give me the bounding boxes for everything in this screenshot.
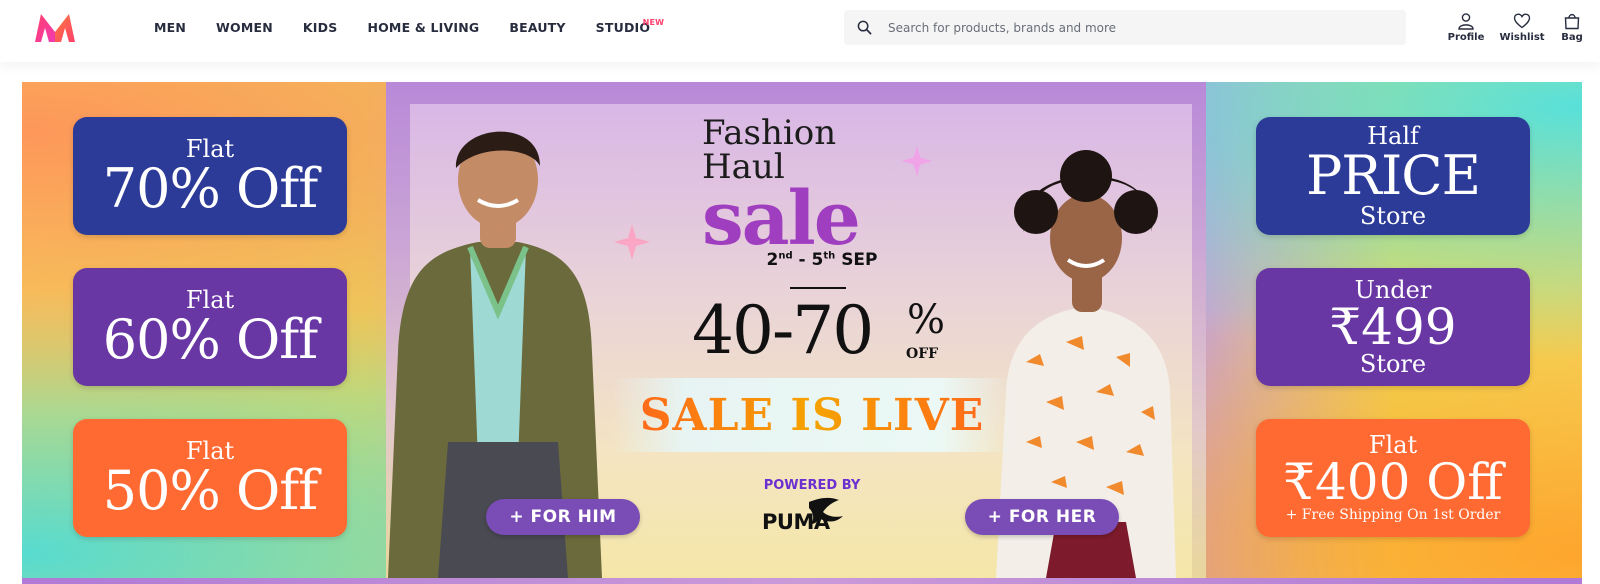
promo-flat-60-off[interactable]: Flat 60% Off: [73, 268, 347, 386]
sale-dates: 2nd - 5th SEP: [722, 250, 922, 270]
start-suffix: nd: [778, 250, 793, 262]
header-actions: Profile Wishlist Bag: [1440, 12, 1590, 43]
nav-beauty-label: BEAUTY: [509, 19, 566, 35]
nav-home-living-label: HOME & LIVING: [367, 19, 480, 35]
promo-line-2: PRICE: [1305, 144, 1481, 207]
bag-label: Bag: [1561, 32, 1583, 43]
off-label: OFF: [906, 346, 939, 362]
headline-sale: sale: [702, 176, 861, 262]
for-him-label: + FOR HIM: [509, 507, 617, 527]
hero-banner[interactable]: Flat 70% Off Flat 60% Off Flat 50% Off H…: [22, 82, 1582, 578]
nav-men-label: MEN: [154, 19, 187, 35]
nav-beauty[interactable]: BEAUTY: [509, 0, 565, 54]
sparkle-icon: [614, 224, 650, 260]
sale-is-live-text: SALE IS LIVE: [639, 389, 985, 441]
sale-headline: Fashion Haul sale: [702, 113, 922, 262]
discount-range: 40-70 % OFF: [692, 296, 952, 366]
profile-label: Profile: [1447, 32, 1485, 43]
puma-wordmark: PUMA: [762, 510, 830, 534]
wishlist-button[interactable]: Wishlist: [1496, 12, 1548, 43]
search-bar: [844, 10, 1406, 45]
nav-studio[interactable]: STUDIO NEW: [596, 0, 664, 54]
search-input[interactable]: [884, 10, 1406, 45]
date-separator: -: [792, 250, 812, 270]
powered-by-label: POWERED BY: [763, 478, 861, 493]
promo-half-price-store[interactable]: Half PRICE Store: [1256, 117, 1530, 235]
percent-sign: %: [907, 297, 946, 343]
promo-line-3: Store: [1359, 350, 1427, 378]
myntra-logo[interactable]: [33, 12, 77, 44]
search-icon[interactable]: [844, 10, 884, 45]
bag-button[interactable]: Bag: [1554, 12, 1590, 43]
promo-line-2: 50% Off: [102, 459, 318, 522]
end-suffix: th: [823, 250, 836, 262]
heart-icon: [1513, 13, 1531, 29]
sale-live-band: SALE IS LIVE: [612, 378, 1012, 452]
start-day: 2: [766, 250, 779, 270]
profile-button[interactable]: Profile: [1440, 12, 1492, 43]
for-him-button[interactable]: + FOR HIM: [486, 499, 640, 535]
nav-kids-label: KIDS: [302, 19, 338, 35]
promo-line-2: ₹499: [1329, 298, 1457, 356]
wishlist-label: Wishlist: [1499, 32, 1545, 43]
end-day: 5: [811, 250, 824, 270]
new-badge: NEW: [642, 18, 665, 27]
promo-line-2: ₹400 Off: [1283, 453, 1503, 511]
profile-icon: [1458, 13, 1474, 30]
bag-icon: [1564, 13, 1580, 30]
sale-month: SEP: [841, 250, 878, 270]
for-her-label: + FOR HER: [987, 507, 1097, 527]
discount-range-value: 40-70: [692, 292, 874, 369]
nav-home-living[interactable]: HOME & LIVING: [367, 0, 479, 54]
for-her-button[interactable]: + FOR HER: [965, 499, 1119, 535]
promo-line-2: 60% Off: [102, 308, 318, 371]
promo-flat-70-off[interactable]: Flat 70% Off: [73, 117, 347, 235]
nav-women[interactable]: WOMEN: [216, 0, 273, 54]
nav-kids[interactable]: KIDS: [303, 0, 338, 54]
headline-fashion: Fashion: [702, 113, 837, 153]
nav-women-label: WOMEN: [216, 19, 273, 35]
next-banner-edge: [22, 578, 1582, 584]
promo-under-499-store[interactable]: Under ₹499 Store: [1256, 268, 1530, 386]
main-nav: MEN WOMEN KIDS HOME & LIVING BEAUTY STUD…: [154, 0, 680, 54]
promo-flat-50-off[interactable]: Flat 50% Off: [73, 419, 347, 537]
top-header: MEN WOMEN KIDS HOME & LIVING BEAUTY STUD…: [0, 0, 1600, 62]
promo-line-3: Store: [1359, 202, 1427, 230]
promo-line-3: + Free Shipping On 1st Order: [1285, 507, 1501, 523]
nav-men[interactable]: MEN: [154, 0, 186, 54]
promo-flat-400-off[interactable]: Flat ₹400 Off + Free Shipping On 1st Ord…: [1256, 419, 1530, 537]
promo-line-2: 70% Off: [102, 157, 318, 220]
divider: [790, 287, 846, 289]
